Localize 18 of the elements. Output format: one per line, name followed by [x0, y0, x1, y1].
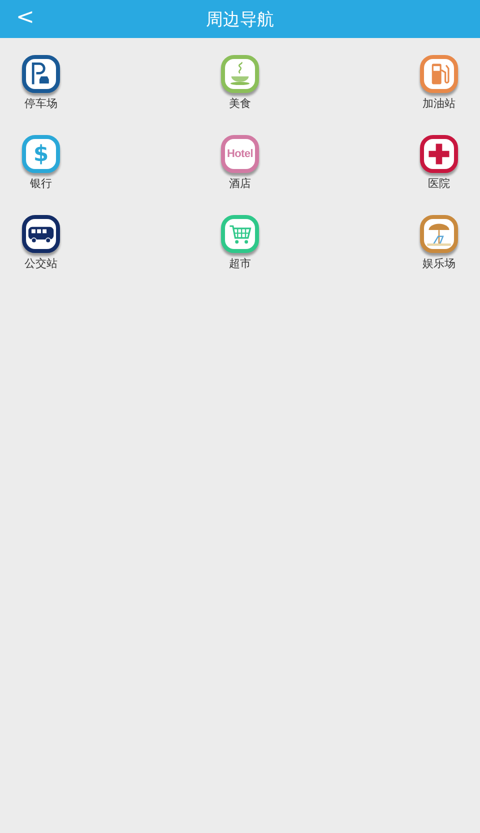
category-label: 医院 — [428, 176, 450, 191]
category-label: 停车场 — [24, 96, 58, 111]
category-button[interactable]: Hotel — [221, 135, 259, 173]
bank-glyph: $ — [33, 142, 49, 166]
category-label: 娱乐场 — [422, 256, 456, 271]
category-button[interactable] — [420, 135, 458, 173]
category-button[interactable] — [22, 215, 60, 253]
category-button[interactable] — [22, 55, 60, 93]
category-label: 加油站 — [422, 96, 456, 111]
category-label: 公交站 — [24, 256, 58, 271]
category-label: 美食 — [229, 96, 251, 111]
category-label: 超市 — [229, 256, 251, 271]
page-title: 周边导航 — [206, 8, 274, 30]
category-label: 酒店 — [229, 176, 251, 191]
hotel-glyph: Hotel — [226, 148, 253, 160]
category-label: 银行 — [30, 176, 52, 191]
category-button[interactable]: $ — [22, 135, 60, 173]
back-button[interactable]: < — [12, 6, 38, 30]
